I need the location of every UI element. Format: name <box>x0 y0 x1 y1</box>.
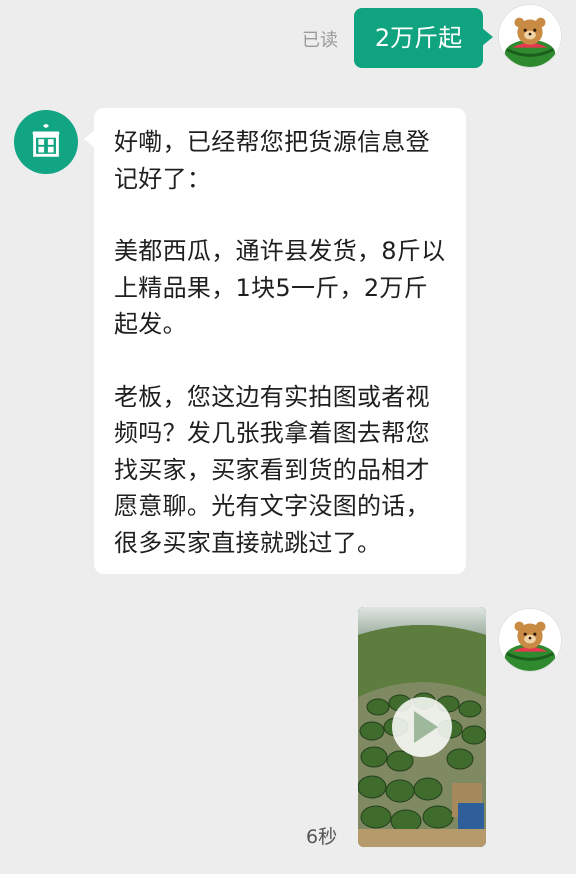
video-duration: 6秒 <box>306 826 338 848</box>
incoming-message-bubble[interactable]: 好嘞，已经帮您把货源信息登记好了： 美都西瓜，通许县发货，8斤以上精品果，1块5… <box>84 108 466 574</box>
message-paragraph: 老板，您这边有实拍图或者视频吗？发几张我拿着图去帮您找买家，买家看到货的品相才愿… <box>114 382 430 557</box>
message-paragraph: 好嘞，已经帮您把货源信息登记好了： <box>114 128 430 193</box>
user-avatar[interactable] <box>498 608 562 672</box>
user-avatar[interactable] <box>498 4 562 68</box>
bear-watermelon-avatar-icon <box>499 609 561 671</box>
bot-avatar[interactable] <box>14 110 78 174</box>
read-receipt: 已读 <box>302 30 338 51</box>
watermelon-video-thumbnail <box>358 607 486 847</box>
video-message[interactable] <box>358 607 486 847</box>
message-paragraph: 美都西瓜，通许县发货，8斤以上精品果，1块5一斤，2万斤起发。 <box>114 237 446 338</box>
storefront-icon <box>32 123 60 157</box>
outgoing-message-bubble[interactable]: 2万斤起 <box>354 8 493 68</box>
bear-watermelon-avatar-icon <box>499 5 561 67</box>
outgoing-message-text: 2万斤起 <box>374 24 463 52</box>
